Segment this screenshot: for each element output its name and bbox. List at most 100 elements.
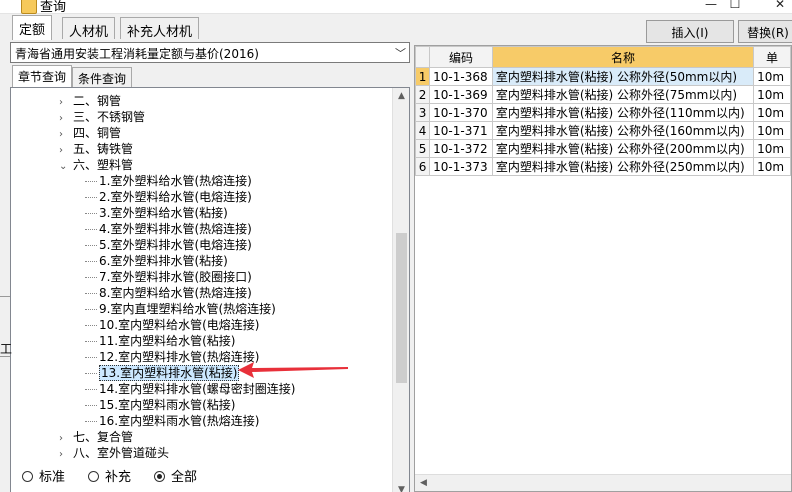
radio-label: 标准: [39, 470, 66, 485]
cell-code[interactable]: 10-1-369: [429, 85, 493, 104]
quota-library-select[interactable]: 青海省通用安装工程消耗量定额与基价(2016) ﹀: [10, 42, 410, 63]
edge-divider: [0, 356, 10, 357]
tree-leaf-item[interactable]: 4.室外塑料排水管(热熔连接): [85, 221, 252, 237]
cell-code[interactable]: 10-1-373: [429, 157, 493, 176]
cell-name[interactable]: 室内塑料排水管(粘接) 公称外径(250mm以内): [491, 157, 755, 176]
scroll-up-icon[interactable]: ▲: [393, 88, 409, 105]
results-horizontal-scrollbar[interactable]: ◀: [415, 474, 791, 491]
radio-supplement[interactable]: 补充: [88, 466, 131, 485]
table-row[interactable]: 6 10-1-373 室内塑料排水管(粘接) 公称外径(250mm以内) 10m: [415, 157, 791, 176]
row-number: 4: [415, 121, 431, 140]
tree-leaf-item[interactable]: 3.室外塑料给水管(粘接): [85, 205, 228, 221]
title-bar: 查询 — ☐ ✕: [0, 0, 792, 15]
radio-all[interactable]: 全部: [154, 466, 197, 485]
cell-name[interactable]: 室内塑料排水管(粘接) 公称外径(200mm以内): [491, 139, 755, 158]
tree-leaf-item[interactable]: 10.室内塑料给水管(电熔连接): [85, 317, 259, 333]
tree-leaf-item-selected[interactable]: 13.室内塑料排水管(粘接): [85, 365, 240, 381]
radio-label: 补充: [105, 470, 132, 485]
table-row[interactable]: 2 10-1-369 室内塑料排水管(粘接) 公称外径(75mm以内) 10m: [415, 85, 791, 104]
tree-leaf-item[interactable]: 16.室内塑料雨水管(热熔连接): [85, 413, 259, 429]
cell-name[interactable]: 室内塑料排水管(粘接) 公称外径(75mm以内): [491, 85, 755, 104]
column-header-code[interactable]: 编码: [429, 46, 493, 68]
cell-name[interactable]: 室内塑料排水管(粘接) 公称外径(50mm以内): [491, 67, 755, 86]
scroll-left-icon[interactable]: ◀: [415, 475, 432, 491]
cell-unit[interactable]: 10m: [753, 157, 791, 176]
tab-supplementary-lmm[interactable]: 补充人材机: [120, 17, 200, 40]
results-table: 编码 名称 单 1 10-1-368 室内塑料排水管(粘接) 公称外径(50mm…: [415, 46, 791, 176]
chapter-tree: › 二、钢管 › 三、不锈钢管 › 四、铜管 › 五、铸铁管 ⌄ 六、塑料管 1.室外塑料…: [10, 87, 410, 492]
tab-quota[interactable]: 定额: [12, 15, 53, 40]
column-header-unit[interactable]: 单: [753, 46, 791, 68]
replace-button[interactable]: 替换(R): [738, 20, 792, 43]
maximize-button[interactable]: ☐: [712, 0, 758, 14]
scroll-thumb[interactable]: [396, 233, 407, 383]
tree-item-label: 六、塑料管: [73, 158, 134, 172]
chevron-right-icon[interactable]: ›: [59, 447, 73, 463]
cell-code[interactable]: 10-1-370: [429, 103, 493, 122]
tree-leaf-item[interactable]: 11.室内塑料给水管(粘接): [85, 333, 235, 349]
tab-labor-material-machine[interactable]: 人材机: [62, 17, 116, 40]
tree-item-stainless-pipe[interactable]: › 三、不锈钢管: [59, 109, 145, 125]
scroll-down-icon[interactable]: ▼: [393, 482, 409, 492]
chevron-down-icon[interactable]: ﹀: [395, 45, 406, 61]
tree-leaf-item[interactable]: 5.室外塑料排水管(电熔连接): [85, 237, 252, 253]
tree-leaf-item[interactable]: 7.室外塑料排水管(胶圈接口): [85, 269, 252, 285]
radio-icon[interactable]: [88, 471, 99, 482]
tree-leaf-item[interactable]: 15.室内塑料雨水管(粘接): [85, 397, 235, 413]
tree-leaf-item[interactable]: 8.室内塑料给水管(热熔连接): [85, 285, 252, 301]
radio-icon[interactable]: [22, 471, 33, 482]
column-header-name[interactable]: 名称: [491, 46, 755, 68]
edge-fragment-text: 工: [0, 342, 13, 356]
radio-standard[interactable]: 标准: [22, 466, 65, 485]
tree-item-plastic-pipe[interactable]: ⌄ 六、塑料管: [59, 157, 133, 173]
cell-unit[interactable]: 10m: [753, 139, 791, 158]
close-button[interactable]: ✕: [757, 0, 792, 14]
tree-leaf-item[interactable]: 6.室外塑料排水管(粘接): [85, 253, 228, 269]
tree-item-label: 二、钢管: [73, 94, 122, 108]
tree-item-copper-pipe[interactable]: › 四、铜管: [59, 125, 121, 141]
tree-item-steel-pipe[interactable]: › 二、钢管: [59, 93, 121, 109]
tree-leaf-item[interactable]: 1.室外塑料给水管(热熔连接): [85, 173, 252, 189]
table-row[interactable]: 1 10-1-368 室内塑料排水管(粘接) 公称外径(50mm以内) 10m: [415, 67, 791, 86]
tree-item-cast-iron-pipe[interactable]: › 五、铸铁管: [59, 141, 133, 157]
tree-item-outdoor-connection[interactable]: › 八、室外管道碰头: [59, 445, 169, 461]
tab-chapter-query[interactable]: 章节查询: [12, 65, 73, 88]
table-row[interactable]: 5 10-1-372 室内塑料排水管(粘接) 公称外径(200mm以内) 10m: [415, 139, 791, 158]
radio-checked-icon[interactable]: [154, 471, 165, 482]
window-title: 查询: [40, 0, 67, 15]
tab-condition-query[interactable]: 条件查询: [72, 67, 133, 87]
tree-leaf-item[interactable]: 12.室内塑料排水管(热熔连接): [85, 349, 259, 365]
tree-leaf-item[interactable]: 2.室外塑料给水管(电熔连接): [85, 189, 252, 205]
cell-unit[interactable]: 10m: [753, 67, 791, 86]
cell-unit[interactable]: 10m: [753, 85, 791, 104]
cell-name[interactable]: 室内塑料排水管(粘接) 公称外径(160mm以内): [491, 121, 755, 140]
chevron-down-icon[interactable]: ⌄: [59, 159, 73, 175]
tree-item-label: 七、复合管: [73, 430, 134, 444]
table-header-row: 编码 名称 单: [415, 46, 791, 68]
insert-button[interactable]: 插入(I): [646, 20, 734, 43]
cell-code[interactable]: 10-1-368: [429, 67, 493, 86]
tree-item-label: 三、不锈钢管: [73, 110, 146, 124]
tree-item-composite-pipe[interactable]: › 七、复合管: [59, 429, 133, 445]
tree-leaf-item[interactable]: 9.室内直埋塑料给水管(热熔连接): [85, 301, 276, 317]
row-number: 6: [415, 157, 431, 176]
cell-unit[interactable]: 10m: [753, 121, 791, 140]
cell-code[interactable]: 10-1-372: [429, 139, 493, 158]
table-row[interactable]: 3 10-1-370 室内塑料排水管(粘接) 公称外径(110mm以内) 10m: [415, 103, 791, 122]
quota-library-value: 青海省通用安装工程消耗量定额与基价(2016): [15, 47, 259, 61]
cell-name[interactable]: 室内塑料排水管(粘接) 公称外径(110mm以内): [491, 103, 755, 122]
edge-divider: [0, 296, 10, 297]
row-number: 5: [415, 139, 431, 158]
tree-leaf-item[interactable]: 14.室内塑料排水管(螺母密封圈连接): [85, 381, 295, 397]
row-number: 2: [415, 85, 431, 104]
annotation-arrow-icon: [238, 362, 348, 378]
cell-unit[interactable]: 10m: [753, 103, 791, 122]
tree-item-label: 四、铜管: [73, 126, 122, 140]
cell-code[interactable]: 10-1-371: [429, 121, 493, 140]
tree-scrollbar[interactable]: ▲ ▼: [392, 88, 409, 492]
tree-item-label: 八、室外管道碰头: [73, 446, 170, 460]
row-number: 1: [415, 67, 431, 86]
left-panel: 青海省通用安装工程消耗量定额与基价(2016) ﹀ 章节查询 条件查询 › 二、钢…: [10, 42, 410, 492]
table-row[interactable]: 4 10-1-371 室内塑料排水管(粘接) 公称外径(160mm以内) 10m: [415, 121, 791, 140]
row-number-header: [415, 46, 431, 68]
